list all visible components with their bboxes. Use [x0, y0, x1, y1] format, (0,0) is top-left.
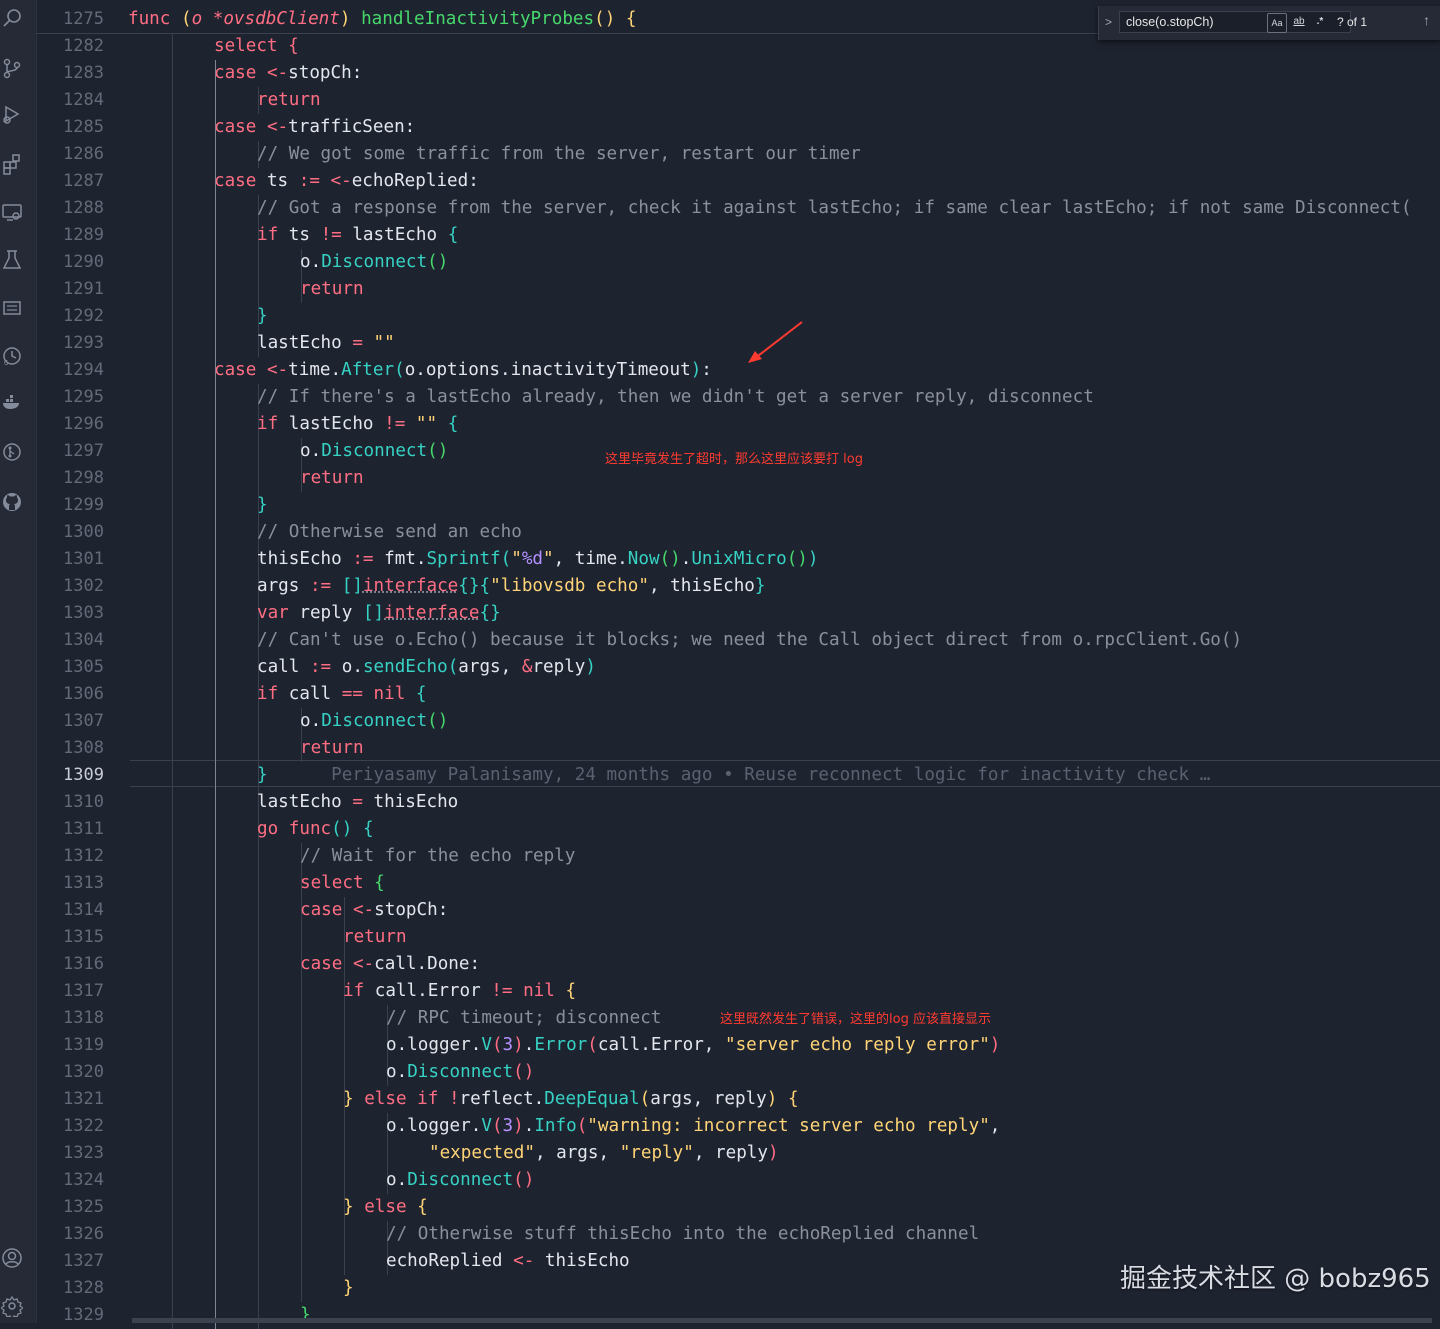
- code-line[interactable]: thisEcho := fmt.Sprintf("%d", time.Now()…: [128, 546, 818, 573]
- code-editor[interactable]: func (o *ovsdbClient) handleInactivityPr…: [0, 0, 1440, 1329]
- code-line[interactable]: o.Disconnect(): [128, 708, 448, 735]
- code-line[interactable]: if call.Error != nil {: [128, 978, 576, 1005]
- use-regex-button[interactable]: .*: [1311, 13, 1329, 31]
- code-line[interactable]: select {: [128, 870, 385, 897]
- code-line[interactable]: }: [128, 1275, 354, 1302]
- code-line[interactable]: case <-stopCh:: [128, 897, 448, 924]
- code-line[interactable]: o.logger.V(3).Error(call.Error, "server …: [128, 1032, 1000, 1059]
- previous-match-icon[interactable]: ↑: [1423, 12, 1430, 28]
- code-line[interactable]: case ts := <-echoReplied:: [128, 168, 479, 195]
- code-line[interactable]: if call == nil {: [128, 681, 427, 708]
- match-case-button[interactable]: Aa: [1267, 13, 1287, 33]
- code-line[interactable]: o.Disconnect(): [128, 438, 448, 465]
- code-line[interactable]: lastEcho = "": [128, 330, 395, 357]
- code-line[interactable]: // Otherwise stuff thisEcho into the ech…: [128, 1221, 979, 1248]
- match-whole-word-button[interactable]: ab: [1289, 13, 1309, 31]
- red-arrow-annotation: [748, 321, 803, 363]
- code-line[interactable]: // If there's a lastEcho already, then w…: [128, 384, 1094, 411]
- code-line[interactable]: lastEcho = thisEcho: [128, 789, 458, 816]
- code-line[interactable]: "expected", args, "reply", reply): [128, 1140, 779, 1167]
- code-line[interactable]: call := o.sendEcho(args, &reply): [128, 654, 596, 681]
- horizontal-scrollbar[interactable]: [132, 1318, 1432, 1323]
- code-line[interactable]: go func() {: [128, 816, 374, 843]
- code-line[interactable]: // We got some traffic from the server, …: [128, 141, 861, 168]
- find-widget: > Aa ab .* ? of 1 ↑: [1098, 6, 1440, 40]
- code-line[interactable]: return: [128, 276, 364, 303]
- code-line[interactable]: o.Disconnect(): [128, 1167, 534, 1194]
- code-line[interactable]: case <-call.Done:: [128, 951, 480, 978]
- code-line[interactable]: return: [128, 735, 364, 762]
- code-line[interactable]: case <-stopCh:: [128, 60, 362, 87]
- code-line[interactable]: if lastEcho != "" {: [128, 411, 458, 438]
- code-line[interactable]: // Can't use o.Echo() because it blocks;…: [128, 627, 1242, 654]
- watermark: 掘金技术社区 @ bobz965: [1120, 1264, 1431, 1294]
- code-line[interactable]: o.Disconnect(): [128, 1059, 534, 1086]
- toggle-replace-chevron-icon[interactable]: >: [1105, 15, 1112, 29]
- git-blame-annotation[interactable]: Periyasamy Palanisamy, 24 months ago • R…: [268, 765, 1210, 785]
- code-line[interactable]: case <-trafficSeen:: [128, 114, 415, 141]
- code-line[interactable]: select {: [128, 33, 299, 60]
- code-line[interactable]: } else {: [128, 1194, 428, 1221]
- code-line[interactable]: echoReplied <- thisEcho: [128, 1248, 630, 1275]
- code-line[interactable]: func (o *ovsdbClient) handleInactivityPr…: [128, 6, 636, 33]
- code-line[interactable]: }: [128, 492, 268, 519]
- code-line[interactable]: } Periyasamy Palanisamy, 24 months ago •…: [128, 762, 1210, 789]
- code-line[interactable]: if ts != lastEcho {: [128, 222, 458, 249]
- code-line[interactable]: // Got a response from the server, check…: [128, 195, 1412, 222]
- code-line[interactable]: args := []interface{}{"libovsdb echo", t…: [128, 573, 765, 600]
- code-line[interactable]: }: [128, 303, 268, 330]
- annotation-timeout-note: 这里毕竟发生了超时，那么这里应该要打 log: [605, 452, 863, 467]
- code-line[interactable]: }: [128, 1302, 311, 1329]
- code-line[interactable]: // Wait for the echo reply: [128, 843, 575, 870]
- code-line[interactable]: } else if !reflect.DeepEqual(args, reply…: [128, 1086, 799, 1113]
- code-line[interactable]: return: [128, 87, 321, 114]
- code-line[interactable]: o.logger.V(3).Info("warning: incorrect s…: [128, 1113, 1000, 1140]
- annotation-error-note: 这里既然发生了错误，这里的log 应该直接显示: [720, 1012, 991, 1027]
- code-line[interactable]: return: [128, 924, 407, 951]
- code-line[interactable]: o.Disconnect(): [128, 249, 448, 276]
- code-line[interactable]: // RPC timeout; disconnect: [128, 1005, 661, 1032]
- code-line[interactable]: return: [128, 465, 364, 492]
- code-line[interactable]: var reply []interface{}: [128, 600, 501, 627]
- code-line[interactable]: case <-time.After(o.options.inactivityTi…: [128, 357, 712, 384]
- code-line[interactable]: // Otherwise send an echo: [128, 519, 522, 546]
- match-count: ? of 1: [1337, 15, 1368, 29]
